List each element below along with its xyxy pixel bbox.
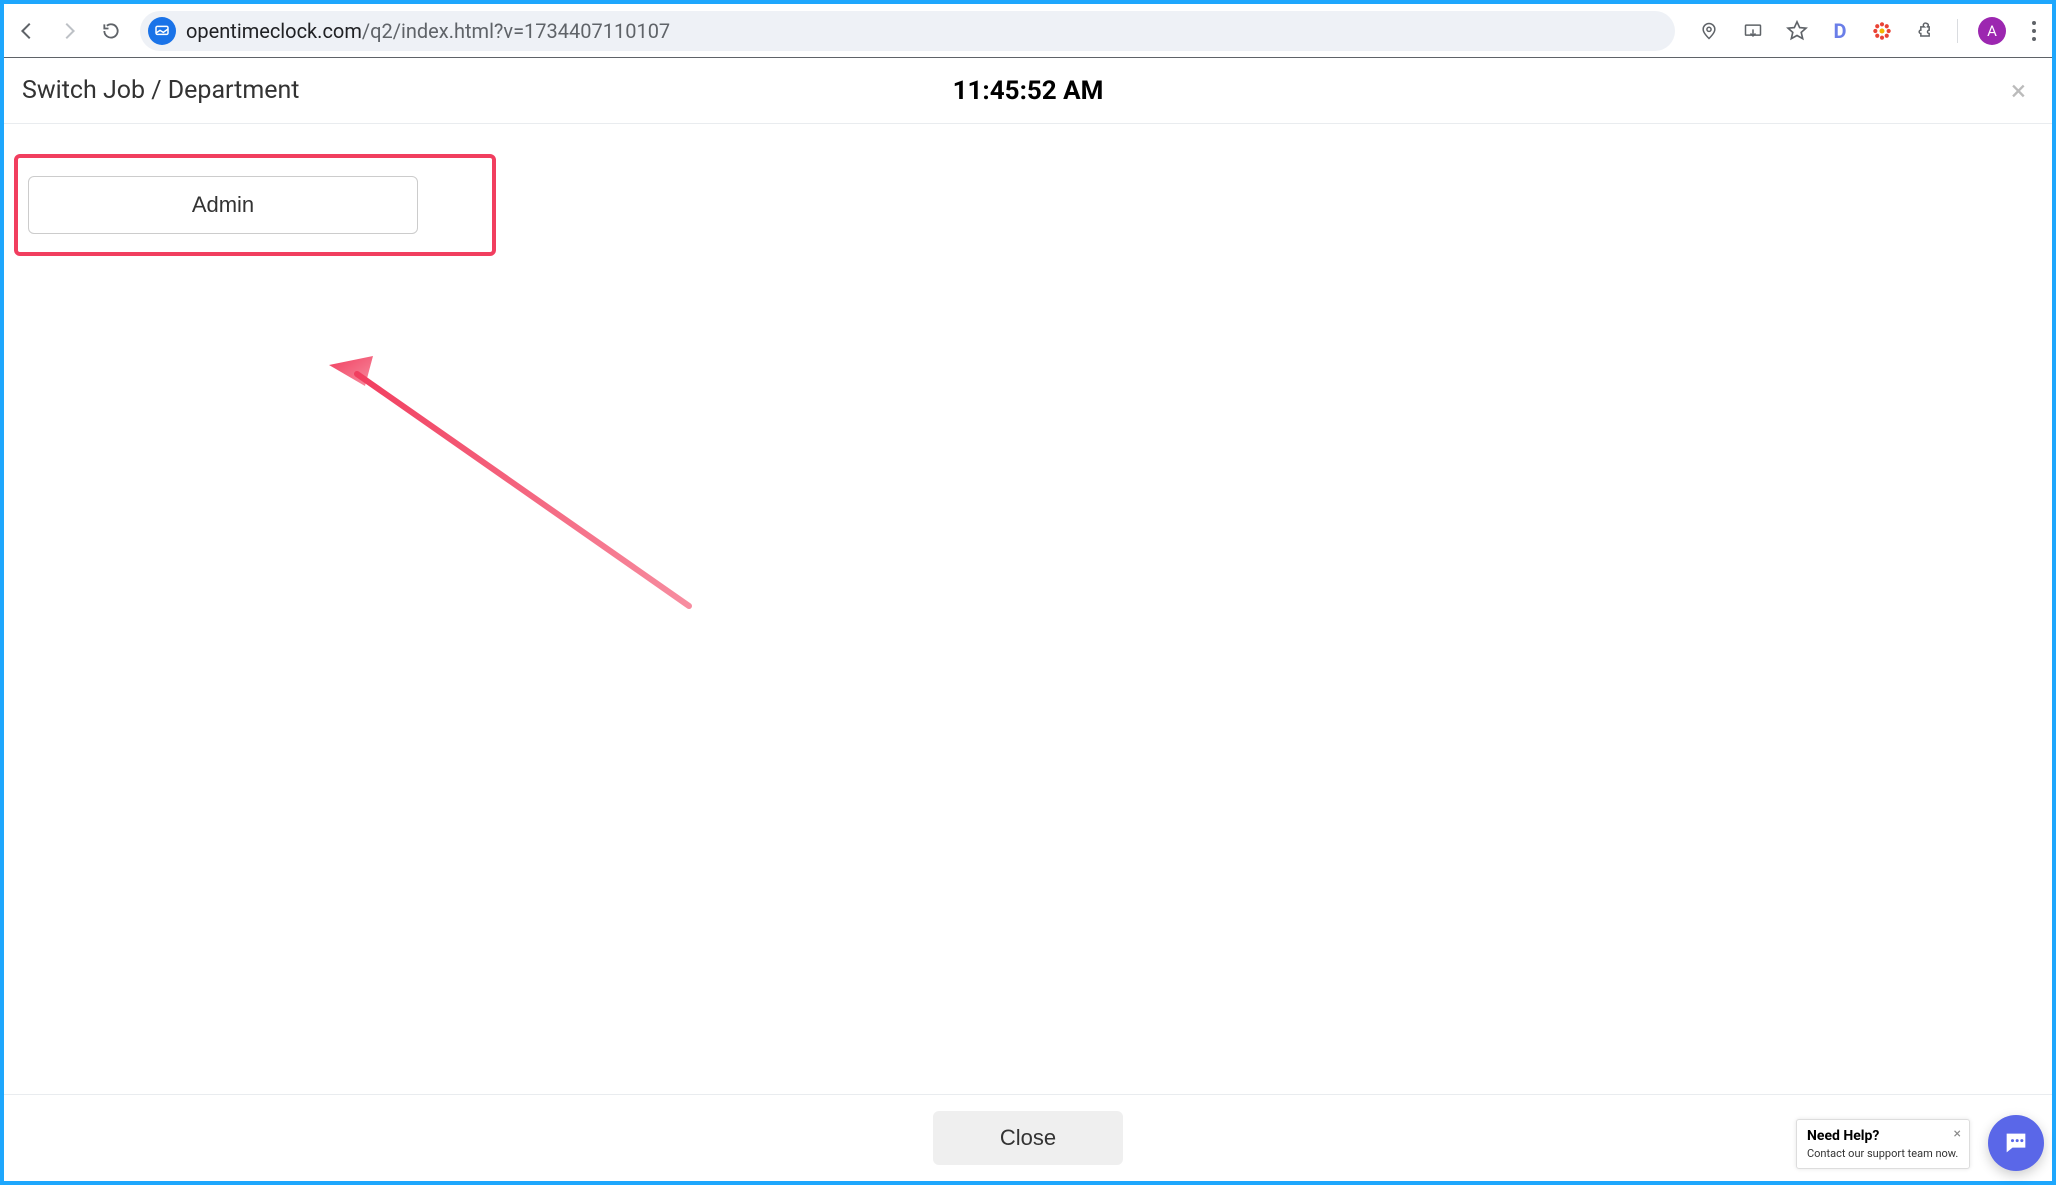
help-popup-title: Need Help? — [1807, 1128, 1959, 1144]
annotation-highlight-box: Admin — [14, 154, 496, 256]
dialog-body: Admin — [4, 124, 2052, 1102]
reload-button[interactable] — [100, 20, 122, 42]
url-domain: opentimeclock.com — [186, 19, 362, 43]
address-bar[interactable]: opentimeclock.com/q2/index.html?v=173440… — [140, 11, 1675, 51]
url-text: opentimeclock.com/q2/index.html?v=173440… — [186, 19, 670, 43]
extension-flower-icon[interactable] — [1871, 20, 1893, 42]
forward-button[interactable] — [58, 20, 80, 42]
dialog-title: Switch Job / Department — [22, 76, 299, 105]
close-button[interactable]: Close — [933, 1111, 1123, 1165]
toolbar-divider — [1957, 19, 1958, 43]
annotation-arrow — [329, 356, 709, 616]
extensions-puzzle-icon[interactable] — [1913, 19, 1937, 43]
site-info-icon[interactable] — [148, 17, 176, 45]
job-option-admin[interactable]: Admin — [28, 176, 418, 234]
page-content: Switch Job / Department 11:45:52 AM × Ad… — [4, 58, 2052, 1181]
dialog-header: Switch Job / Department 11:45:52 AM × — [4, 58, 2052, 124]
install-icon[interactable] — [1741, 19, 1765, 43]
location-icon[interactable] — [1697, 19, 1721, 43]
help-popup: × Need Help? Contact our support team no… — [1796, 1119, 1970, 1169]
toolbar-right: D A — [1697, 17, 2042, 45]
back-button[interactable] — [16, 20, 38, 42]
browser-toolbar: opentimeclock.com/q2/index.html?v=173440… — [4, 4, 2052, 58]
url-path: /q2/index.html?v=1734407110107 — [362, 19, 670, 43]
browser-menu-icon[interactable] — [2026, 21, 2042, 41]
current-time: 11:45:52 AM — [953, 76, 1104, 106]
dialog-close-icon[interactable]: × — [2005, 77, 2032, 105]
profile-avatar[interactable]: A — [1978, 17, 2006, 45]
bookmark-star-icon[interactable] — [1785, 19, 1809, 43]
extension-d-icon[interactable]: D — [1829, 20, 1851, 42]
dialog-footer: Close — [4, 1094, 2052, 1181]
chat-widget-button[interactable] — [1988, 1115, 2044, 1171]
help-popup-subtitle: Contact our support team now. — [1807, 1147, 1959, 1160]
help-popup-close-icon[interactable]: × — [1954, 1126, 1961, 1142]
nav-controls — [16, 20, 122, 42]
